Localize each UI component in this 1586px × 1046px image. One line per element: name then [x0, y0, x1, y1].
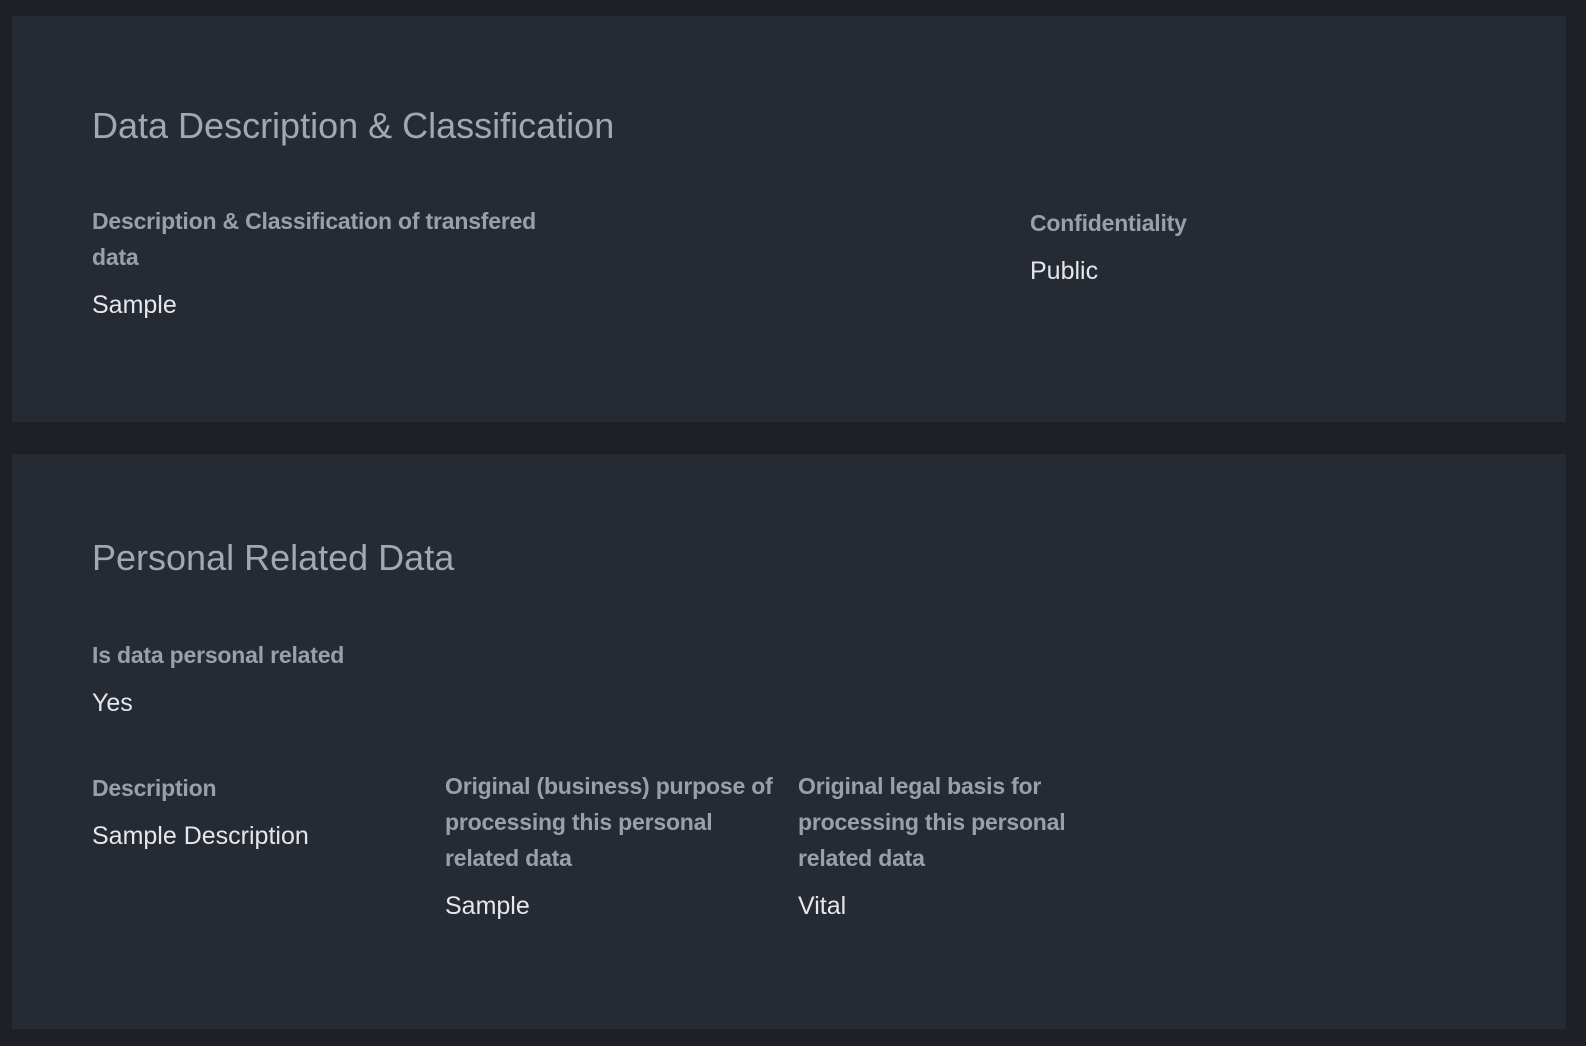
field-label: Description: [92, 775, 217, 801]
personal-related-data-card: Personal Related Data Is data personal r…: [12, 454, 1566, 1029]
field-value: Vital: [798, 892, 847, 920]
field-personal-description: Description Sample Description: [92, 770, 412, 852]
section-title-personal-data: Personal Related Data: [92, 537, 455, 578]
field-is-personal-related: Is data personal related Yes: [92, 637, 492, 719]
field-value: Yes: [92, 689, 133, 717]
field-legal-basis: Original legal basis for processing this…: [798, 768, 1088, 922]
field-value: Sample: [92, 291, 177, 319]
field-label: Original (business) purpose of processin…: [445, 773, 773, 871]
section-title-data-classification: Data Description & Classification: [92, 105, 615, 146]
field-label: Original legal basis for processing this…: [798, 773, 1066, 871]
field-label: Is data personal related: [92, 642, 345, 668]
field-original-purpose: Original (business) purpose of processin…: [445, 768, 783, 922]
field-confidentiality: Confidentiality Public: [1030, 205, 1430, 287]
field-value: Sample: [445, 892, 530, 920]
field-value: Public: [1030, 257, 1099, 285]
field-value: Sample Description: [92, 822, 309, 850]
data-classification-card: Data Description & Classification Descri…: [12, 16, 1566, 422]
field-label: Confidentiality: [1030, 210, 1187, 236]
field-label: Description & Classification of transfer…: [92, 208, 537, 270]
field-description-classification: Description & Classification of transfer…: [92, 203, 562, 321]
